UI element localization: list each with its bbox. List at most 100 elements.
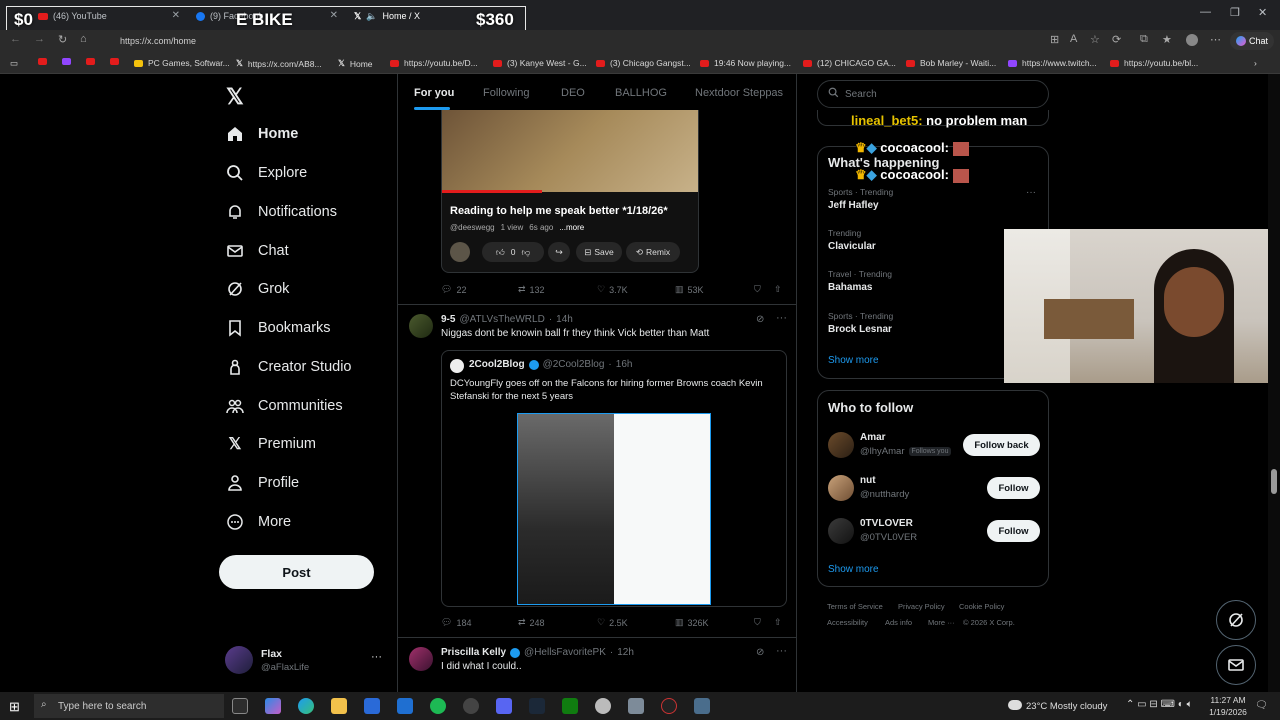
- reply-button[interactable]: 💬︎ 22: [441, 284, 466, 295]
- split-icon[interactable]: ⧉: [1140, 33, 1148, 46]
- x-logo-icon[interactable]: 𝕏: [226, 84, 244, 110]
- footer-link[interactable]: Ads info: [885, 618, 912, 627]
- xbox-icon[interactable]: [562, 698, 578, 714]
- footer-link[interactable]: Cookie Policy: [959, 602, 1004, 611]
- footer-link[interactable]: Terms of Service: [827, 602, 883, 611]
- follow-name[interactable]: nut: [860, 475, 876, 486]
- app-icon[interactable]: [628, 698, 644, 714]
- footer-link[interactable]: Privacy Policy: [898, 602, 945, 611]
- nav-chat[interactable]: Chat: [226, 238, 289, 264]
- discord-icon[interactable]: [496, 698, 512, 714]
- app-icon[interactable]: [595, 698, 611, 714]
- account-switcher[interactable]: Flax @aFlaxLife ···: [225, 646, 385, 676]
- show-more-link[interactable]: Show more: [828, 355, 879, 366]
- bookmark-item[interactable]: [86, 58, 95, 65]
- tab-for-you[interactable]: For you: [414, 87, 454, 99]
- notification-center-icon[interactable]: 🗨︎: [1255, 700, 1268, 711]
- tab-ballhog[interactable]: BALLHOG: [615, 87, 667, 99]
- bookmark-item[interactable]: PC Games, Softwar...: [134, 58, 230, 68]
- nav-communities[interactable]: Communities: [226, 393, 343, 419]
- tab-deo[interactable]: DEO: [561, 87, 585, 99]
- embedded-video-card[interactable]: Reading to help me speak better *1/18/26…: [441, 110, 699, 273]
- footer-link[interactable]: Accessibility: [827, 618, 868, 627]
- forward-icon[interactable]: →: [34, 33, 45, 45]
- share-icon[interactable]: ↪: [548, 242, 570, 262]
- avatar[interactable]: [828, 432, 854, 458]
- bookmark-item[interactable]: 𝕏https://x.com/AB8...: [236, 58, 322, 69]
- edge-icon[interactable]: [298, 698, 314, 714]
- minimize-icon[interactable]: —: [1200, 6, 1211, 18]
- repost-button[interactable]: ⇄ 132: [518, 284, 545, 295]
- back-icon[interactable]: ←: [10, 33, 21, 45]
- favorites-icon[interactable]: ★: [1162, 33, 1172, 46]
- share-icon[interactable]: ⇧: [774, 284, 782, 295]
- bookmark-item[interactable]: 𝕏 Home: [338, 58, 373, 69]
- media-icon[interactable]: [463, 698, 479, 714]
- store-icon[interactable]: [364, 698, 380, 714]
- steam-icon[interactable]: [529, 698, 545, 714]
- trend-name[interactable]: Clavicular: [828, 241, 876, 252]
- menu-icon[interactable]: ⋯: [1210, 33, 1221, 46]
- ellipsis-icon[interactable]: ···: [371, 651, 382, 663]
- avatar[interactable]: [409, 314, 433, 338]
- task-view-icon[interactable]: [232, 698, 248, 714]
- like-dislike-button[interactable]: 👍︎ 0 👎︎: [482, 242, 544, 262]
- copilot-icon[interactable]: [265, 698, 281, 714]
- maximize-icon[interactable]: ❐: [1230, 6, 1240, 19]
- bookmark-item[interactable]: https://www.twitch...: [1008, 58, 1097, 68]
- messages-floating-button[interactable]: [1216, 645, 1256, 685]
- nav-premium[interactable]: 𝕏 Premium: [226, 431, 316, 457]
- nav-home[interactable]: Home: [226, 121, 298, 147]
- search-input[interactable]: Search: [817, 80, 1049, 108]
- outlook-icon[interactable]: [397, 698, 413, 714]
- nav-grok[interactable]: Grok: [226, 276, 289, 302]
- follow-name[interactable]: 0TVLOVER: [860, 518, 913, 529]
- bookmark-icon[interactable]: ⛉: [754, 617, 761, 628]
- footer-link[interactable]: More ···: [928, 618, 955, 627]
- apps-icon[interactable]: ⊞: [1050, 33, 1059, 46]
- author-name[interactable]: 9-5: [441, 314, 455, 325]
- tab-following[interactable]: Following: [483, 87, 529, 99]
- trend-name[interactable]: Jeff Hafley: [828, 200, 879, 211]
- bookmark-item[interactable]: 19:46 Now playing...: [700, 58, 791, 68]
- views-button[interactable]: ▥ 326K: [675, 617, 709, 628]
- weather-text[interactable]: 23°C Mostly cloudy: [1026, 701, 1107, 712]
- author-name[interactable]: Priscilla Kelly: [441, 647, 506, 658]
- like-button[interactable]: ♡ 2.5K: [597, 617, 628, 628]
- trend-name[interactable]: Bahamas: [828, 282, 872, 293]
- read-aloud-icon[interactable]: A: [1070, 33, 1077, 45]
- follow-button[interactable]: Follow: [987, 477, 1040, 499]
- grok-floating-button[interactable]: [1216, 600, 1256, 640]
- windows-start-icon[interactable]: ⊞: [9, 699, 20, 715]
- post-time[interactable]: 14h: [556, 314, 573, 325]
- bookmark-item[interactable]: [110, 58, 119, 65]
- nav-creator-studio[interactable]: Creator Studio: [226, 354, 352, 380]
- obs-icon[interactable]: [661, 698, 677, 714]
- reply-button[interactable]: 💬︎ 184: [441, 617, 471, 628]
- post-button[interactable]: Post: [219, 555, 374, 589]
- taskbar-search-input[interactable]: ⌕ Type here to search: [34, 694, 224, 718]
- author-handle[interactable]: @ATLVsTheWRLD: [459, 314, 544, 325]
- trend-name[interactable]: Brock Lesnar: [828, 324, 892, 335]
- bookmarks-overflow-icon[interactable]: ›: [1254, 58, 1257, 68]
- remix-button[interactable]: ⟲ Remix: [626, 242, 680, 262]
- nav-explore[interactable]: Explore: [226, 160, 307, 186]
- channel-avatar[interactable]: [450, 242, 470, 262]
- url-bar[interactable]: https://x.com/home: [112, 34, 1042, 49]
- follow-button[interactable]: Follow: [987, 520, 1040, 542]
- grok-icon[interactable]: ⊘: [756, 314, 764, 325]
- avatar[interactable]: [828, 475, 854, 501]
- quoted-post[interactable]: 2Cool2Blog @2Cool2Blog · 16h DCYoungFly …: [441, 350, 787, 607]
- save-button[interactable]: ⊟ Save: [576, 242, 622, 262]
- nav-profile[interactable]: Profile: [226, 470, 299, 496]
- app-icon[interactable]: [694, 698, 710, 714]
- bookmark-item[interactable]: Bob Marley - Waiti...: [906, 58, 996, 68]
- nav-bookmarks[interactable]: Bookmarks: [226, 315, 331, 341]
- show-more-link[interactable]: Show more: [828, 564, 879, 575]
- bookmark-icon[interactable]: ⛉: [754, 284, 761, 295]
- repost-button[interactable]: ⇄ 248: [518, 617, 545, 628]
- tray-icons[interactable]: ⌃ ▭ ⊟ ⌨ ◐ 🔈︎: [1126, 699, 1193, 710]
- avatar[interactable]: [828, 518, 854, 544]
- follow-name[interactable]: Amar: [860, 432, 886, 443]
- taskbar-time[interactable]: 11:27 AM: [1206, 695, 1250, 705]
